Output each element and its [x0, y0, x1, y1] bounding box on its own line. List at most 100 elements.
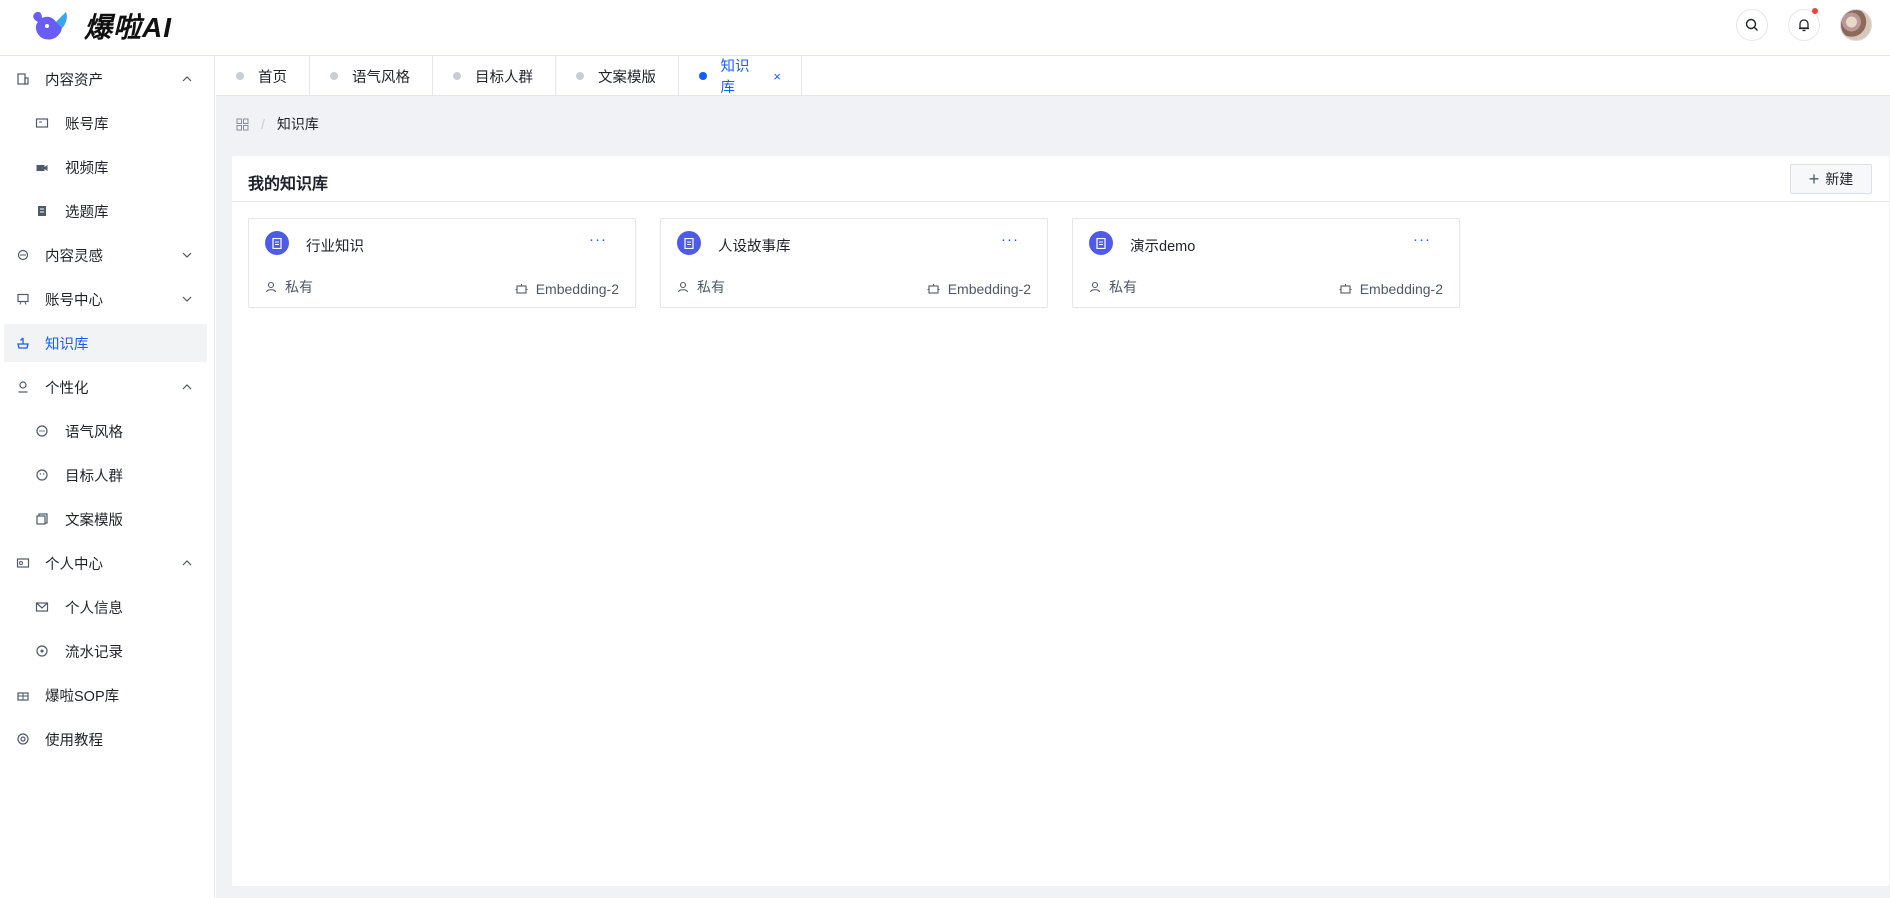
main-area: 首页 语气风格 目标人群 文案模版 知识库 × / 知识库 我的知识库 + 新建…	[216, 56, 1890, 898]
tab-target-audience[interactable]: 目标人群	[433, 56, 556, 96]
new-button-label: 新建	[1825, 171, 1854, 187]
user-icon	[265, 281, 277, 293]
logo-icon	[33, 11, 67, 40]
tab-bar: 首页 语气风格 目标人群 文案模版 知识库 ×	[216, 56, 1890, 96]
profile-card-icon	[16, 558, 30, 568]
sidebar-item-content-inspiration[interactable]: 内容灵感	[4, 236, 207, 274]
tab-status-dot	[699, 72, 707, 80]
kb-card-demo[interactable]: 演示demo ··· 私有 Embedding-2	[1072, 218, 1460, 308]
inspiration-icon	[17, 249, 29, 261]
app-title: 爆啦AI	[84, 12, 173, 43]
tab-copy-template[interactable]: 文案模版	[556, 56, 679, 96]
sidebar-item-transaction-records[interactable]: 流水记录	[4, 632, 207, 670]
new-button[interactable]: + 新建	[1790, 164, 1872, 194]
board-icon	[17, 293, 29, 305]
sidebar-item-copy-template[interactable]: 文案模版	[4, 500, 207, 538]
more-icon[interactable]: ···	[589, 231, 607, 248]
kb-card-persona-stories[interactable]: 人设故事库 ··· 私有 Embedding-2	[660, 218, 1048, 308]
kb-model-label: Embedding-2	[947, 281, 1031, 297]
sidebar-item-sop-library[interactable]: 爆啦SOP库	[4, 676, 207, 714]
face-icon	[36, 469, 48, 481]
user-pin-icon	[18, 381, 28, 393]
app-logo[interactable]: 爆啦AI	[30, 4, 172, 48]
target-icon	[36, 645, 48, 657]
sidebar-item-content-assets[interactable]: 内容资产	[4, 60, 207, 98]
sidebar-item-label: 内容灵感	[45, 248, 103, 265]
kb-visibility: 私有	[677, 277, 725, 297]
kb-model: Embedding-2	[515, 281, 619, 297]
sidebar-item-personalization[interactable]: 个性化	[4, 368, 207, 406]
knowledge-base-icon	[1089, 231, 1113, 255]
knowledge-base-icon	[265, 231, 289, 255]
chevron-up-icon	[182, 560, 192, 566]
notification-button[interactable]	[1788, 8, 1820, 41]
sidebar-item-topic-library[interactable]: 选题库	[4, 192, 207, 230]
tab-knowledge-base[interactable]: 知识库 ×	[679, 56, 802, 96]
envelope-icon	[35, 602, 49, 612]
sidebar-item-tutorial[interactable]: 使用教程	[4, 720, 207, 758]
tab-home[interactable]: 首页	[216, 56, 310, 96]
kb-card-name: 人设故事库	[718, 239, 791, 255]
more-icon[interactable]: ···	[1413, 231, 1431, 248]
kb-card-industry-knowledge[interactable]: 行业知识 ··· 私有 Embedding-2	[248, 218, 636, 308]
sidebar-item-label: 内容资产	[45, 72, 103, 89]
user-icon	[677, 281, 689, 293]
page-title: 我的知识库	[248, 176, 329, 193]
breadcrumb: / 知识库	[236, 114, 319, 134]
robot-icon	[927, 284, 940, 294]
sidebar-item-account-library[interactable]: 账号库	[4, 104, 207, 142]
avatar[interactable]	[1840, 9, 1872, 41]
kb-model: Embedding-2	[1339, 281, 1443, 297]
copy-icon	[36, 513, 48, 525]
search-button[interactable]	[1736, 9, 1768, 41]
knowledge-base-icon	[677, 231, 701, 255]
sidebar-item-label: 文案模版	[65, 512, 123, 529]
user-icon	[1089, 281, 1101, 293]
sidebar-item-label: 账号中心	[45, 292, 103, 309]
sidebar: 内容资产 账号库 视频库 选题库 内容灵感 账号中心 知识库 个性化 语气风格 …	[0, 56, 215, 898]
sidebar-item-target-audience[interactable]: 目标人群	[4, 456, 207, 494]
knowledge-icon	[17, 337, 29, 349]
tab-tone-style[interactable]: 语气风格	[310, 56, 433, 96]
sidebar-item-label: 知识库	[45, 336, 89, 353]
top-header: 爆啦AI	[0, 0, 1890, 56]
id-card-icon	[35, 118, 49, 128]
tab-status-dot	[236, 72, 244, 80]
more-icon[interactable]: ···	[1001, 231, 1019, 248]
chevron-down-icon	[182, 252, 192, 258]
sidebar-item-label: 爆啦SOP库	[45, 688, 120, 705]
tab-status-dot	[453, 72, 461, 80]
sidebar-item-label: 使用教程	[45, 732, 103, 749]
sidebar-item-video-library[interactable]: 视频库	[4, 148, 207, 186]
camera-icon	[36, 165, 48, 171]
sidebar-item-label: 个性化	[45, 380, 89, 397]
kb-card-name: 演示demo	[1130, 239, 1196, 255]
chevron-up-icon	[182, 76, 192, 82]
grid-icon[interactable]	[236, 118, 249, 131]
tab-label: 知识库	[720, 59, 750, 96]
sidebar-item-label: 个人中心	[45, 556, 103, 573]
panel-header: 我的知识库 + 新建	[232, 156, 1889, 202]
clipboard-icon	[38, 206, 46, 216]
kb-visibility: 私有	[265, 277, 313, 297]
sidebar-item-personal-center[interactable]: 个人中心	[4, 544, 207, 582]
knowledge-panel: 我的知识库 + 新建 行业知识 ··· 私有 Embedding-2 人设故事库…	[232, 156, 1889, 886]
sidebar-item-tone-style[interactable]: 语气风格	[4, 412, 207, 450]
tab-status-dot	[576, 72, 584, 80]
kb-visibility: 私有	[1089, 277, 1137, 297]
tab-label: 语气风格	[352, 69, 410, 86]
sidebar-item-personal-info[interactable]: 个人信息	[4, 588, 207, 626]
bell-icon	[1799, 19, 1809, 32]
tab-label: 目标人群	[475, 69, 533, 86]
tab-label: 首页	[258, 69, 287, 86]
kb-model-label: Embedding-2	[535, 281, 619, 297]
sidebar-item-knowledge-base[interactable]: 知识库	[4, 324, 207, 362]
plus-icon: +	[1808, 169, 1820, 189]
sidebar-item-account-center[interactable]: 账号中心	[4, 280, 207, 318]
kb-model: Embedding-2	[927, 281, 1031, 297]
close-icon[interactable]: ×	[773, 69, 781, 84]
search-icon	[1745, 18, 1758, 31]
sidebar-item-label: 视频库	[65, 160, 109, 177]
chevron-down-icon	[182, 296, 192, 302]
breadcrumb-current: 知识库	[276, 116, 319, 132]
